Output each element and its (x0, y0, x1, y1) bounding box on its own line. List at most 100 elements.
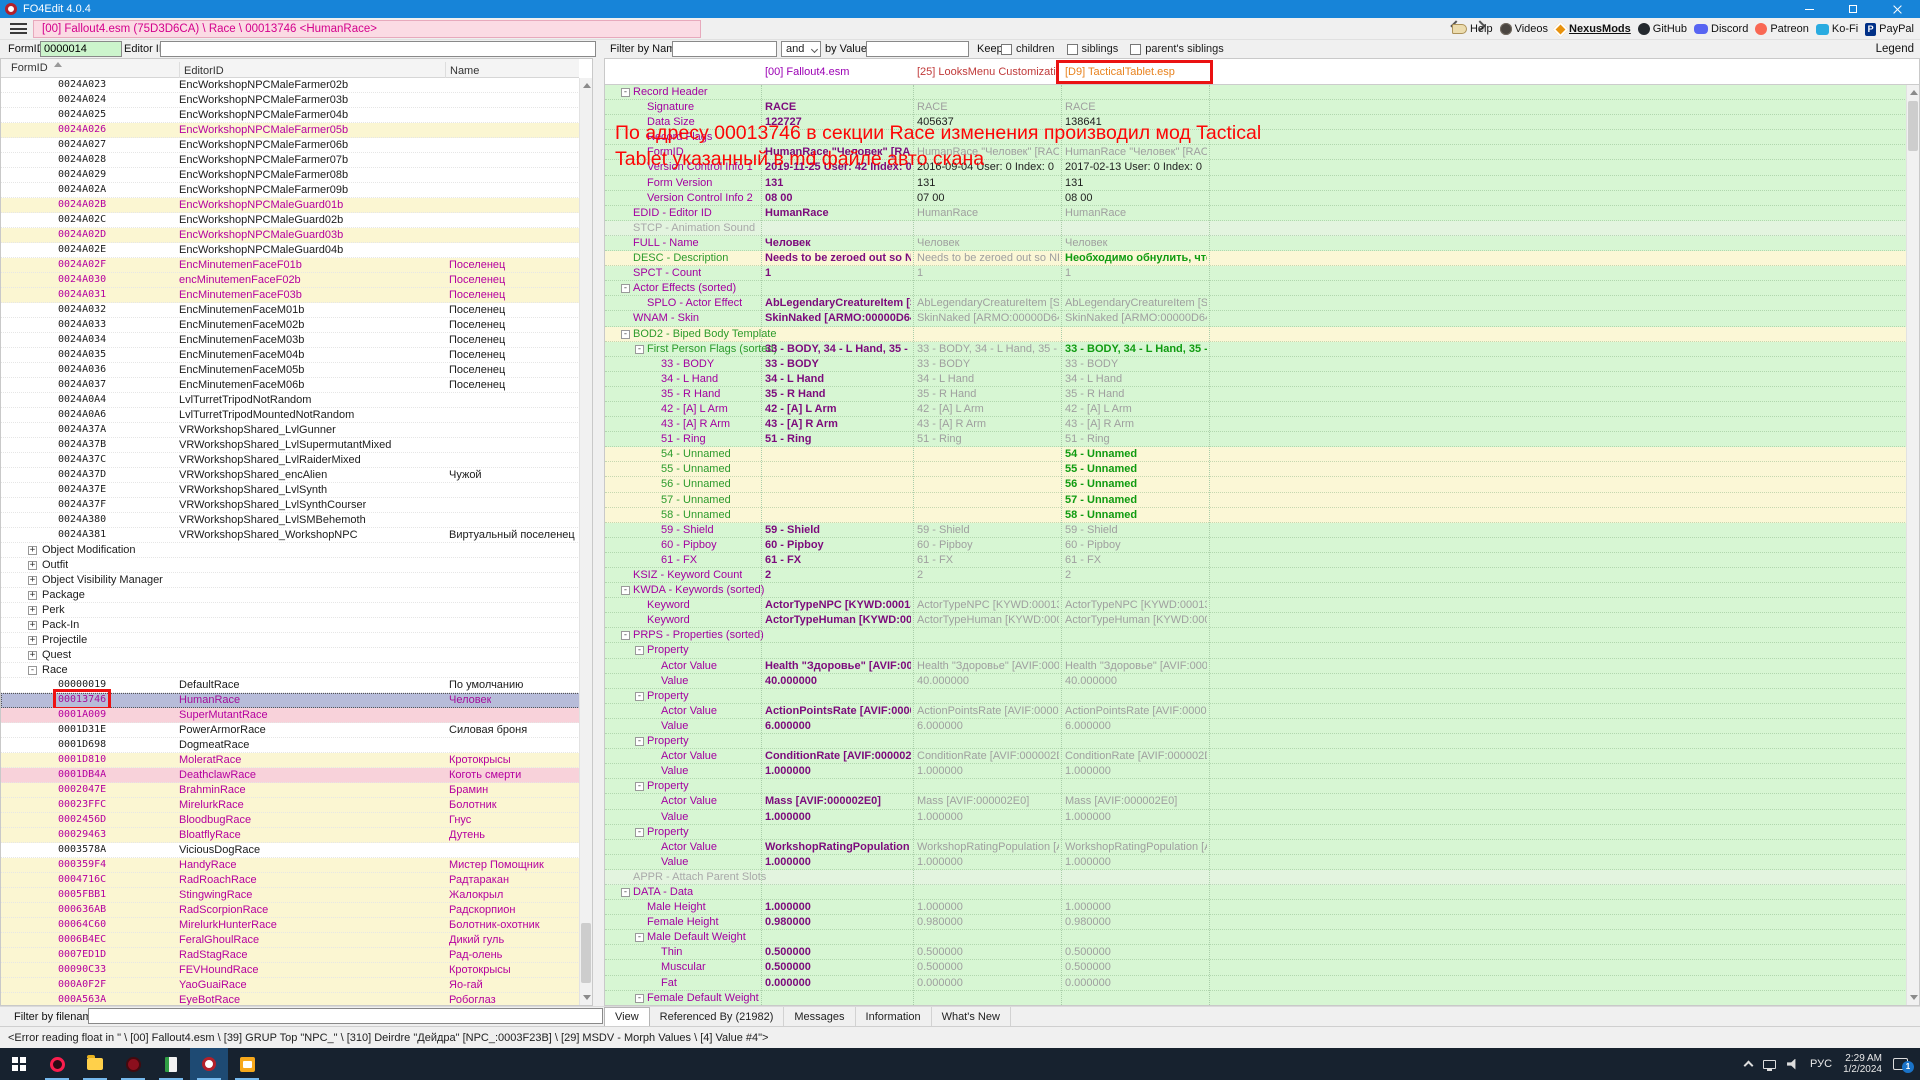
table-row[interactable]: 33 - BODY 33 - BODY 33 - BODY 33 - BODY (605, 357, 1907, 372)
table-row[interactable]: - First Person Flags (sorted) 33 - BODY,… (605, 342, 1907, 357)
expand-icon[interactable]: - (28, 666, 37, 675)
right-vertical-scrollbar[interactable] (1906, 85, 1919, 1005)
table-row[interactable]: 00090C33 FEVHoundRace Кротокрысы (1, 963, 580, 978)
table-row[interactable]: + Package (1, 588, 580, 603)
table-row[interactable]: 0006B4EC FeralGhoulRace Дикий гуль (1, 933, 580, 948)
link-paypal[interactable]: PayPal (1865, 23, 1914, 36)
table-row[interactable]: 0024A031 EncMinutemenFaceF03b Поселенец (1, 288, 580, 303)
taskbar-start[interactable] (0, 1048, 38, 1080)
taskbar-clock[interactable]: 2:29 AM 1/2/2024 (1843, 1053, 1882, 1076)
table-row[interactable]: 0024A380 VRWorkshopShared_LvlSMBehemoth (1, 513, 580, 528)
table-row[interactable]: 0024A37E VRWorkshopShared_LvlSynth (1, 483, 580, 498)
table-row[interactable]: 0003578A ViciousDogRace (1, 843, 580, 858)
table-row[interactable]: 0001D31E PowerArmorRace Силовая броня (1, 723, 580, 738)
table-row[interactable]: + Object Modification (1, 543, 580, 558)
formid-input[interactable] (40, 41, 122, 57)
table-row[interactable]: - Property (605, 779, 1907, 794)
scroll-thumb[interactable] (581, 923, 591, 983)
table-row[interactable]: - Property (605, 643, 1907, 658)
table-row[interactable]: 0024A023 EncWorkshopNPCMaleFarmer02b (1, 78, 580, 93)
table-row[interactable]: 00064C60 MirelurkHunterRace Болотник-охо… (1, 918, 580, 933)
table-row[interactable]: + Perk (1, 603, 580, 618)
table-row[interactable]: 0024A035 EncMinutemenFaceM04b Поселенец (1, 348, 580, 363)
expand-icon[interactable]: - (635, 828, 644, 837)
tab-view[interactable]: View (604, 1007, 650, 1027)
table-row[interactable]: 000359F4 HandyRace Мистер Помощник (1, 858, 580, 873)
expand-icon[interactable]: + (28, 561, 37, 570)
table-row[interactable]: 54 - Unnamed 54 - Unnamed (605, 447, 1907, 462)
record-tab[interactable]: [00] Fallout4.esm (75D3D6CA) \ Race \ 00… (33, 20, 701, 38)
filter-name-input[interactable] (672, 41, 777, 57)
plugin-header-looksmenu[interactable]: [25] LooksMenu Customization C... (917, 66, 1059, 78)
table-row[interactable]: 0024A027 EncWorkshopNPCMaleFarmer06b (1, 138, 580, 153)
table-row[interactable]: 0024A02C EncWorkshopNPCMaleGuard02b (1, 213, 580, 228)
table-row[interactable]: 0024A032 EncMinutemenFaceM01b Поселенец (1, 303, 580, 318)
column-header-formid[interactable]: FormID (11, 62, 48, 74)
table-row[interactable]: 00029463 BloatflyRace Дутень (1, 828, 580, 843)
table-row[interactable]: 0024A0A4 LvlTurretTripodNotRandom (1, 393, 580, 408)
table-row[interactable]: 0001DB4A DeathclawRace Коготь смерти (1, 768, 580, 783)
table-row[interactable]: + Outfit (1, 558, 580, 573)
expand-icon[interactable]: + (28, 636, 37, 645)
expand-icon[interactable]: - (621, 888, 630, 897)
expand-icon[interactable]: - (635, 994, 644, 1003)
notification-center-icon[interactable]: 1 (1893, 1058, 1908, 1070)
tab-what-s-new[interactable]: What's New (932, 1007, 1011, 1027)
table-row[interactable]: 0024A37A VRWorkshopShared_LvlGunner (1, 423, 580, 438)
table-row[interactable]: 0024A02F EncMinutemenFaceF01b Поселенец (1, 258, 580, 273)
table-row[interactable]: 56 - Unnamed 56 - Unnamed (605, 477, 1907, 492)
keep-checkbox-siblings[interactable]: siblings (1067, 43, 1119, 55)
expand-icon[interactable]: - (635, 646, 644, 655)
editorid-input[interactable] (160, 41, 596, 57)
table-row[interactable]: - Record Header (605, 85, 1907, 100)
expand-icon[interactable]: - (621, 88, 630, 97)
table-row[interactable]: Value 6.000000 6.000000 6.000000 (605, 719, 1907, 734)
link-discord[interactable]: Discord (1694, 23, 1748, 35)
table-row[interactable]: 57 - Unnamed 57 - Unnamed (605, 493, 1907, 508)
expand-icon[interactable]: + (28, 621, 37, 630)
expand-icon[interactable]: - (635, 933, 644, 942)
table-row[interactable]: 0024A02B EncWorkshopNPCMaleGuard01b (1, 198, 580, 213)
taskbar-screenshot-app[interactable] (228, 1048, 266, 1080)
table-row[interactable]: 0024A034 EncMinutemenFaceM03b Поселенец (1, 333, 580, 348)
table-row[interactable]: Muscular 0.500000 0.500000 0.500000 (605, 960, 1907, 975)
table-row[interactable]: SPCT - Count 1 1 1 (605, 266, 1907, 281)
filter-operator-select[interactable]: and (781, 41, 821, 57)
table-row[interactable]: 0024A028 EncWorkshopNPCMaleFarmer07b (1, 153, 580, 168)
table-row[interactable]: 51 - Ring 51 - Ring 51 - Ring 51 - Ring (605, 432, 1907, 447)
expand-icon[interactable]: + (28, 606, 37, 615)
expand-icon[interactable]: + (28, 576, 37, 585)
table-row[interactable]: 0024A030 encMinutemenFaceF02b Поселенец (1, 273, 580, 288)
table-row[interactable]: - Property (605, 734, 1907, 749)
taskbar-file-explorer[interactable] (76, 1048, 114, 1080)
link-nexusmods[interactable]: NexusMods (1555, 23, 1631, 35)
scroll-thumb[interactable] (1908, 101, 1918, 151)
table-row[interactable]: Value 1.000000 1.000000 1.000000 (605, 810, 1907, 825)
table-row[interactable]: 59 - Shield 59 - Shield 59 - Shield 59 -… (605, 523, 1907, 538)
table-row[interactable]: Form Version 131 131 131 (605, 176, 1907, 191)
filter-filename-input[interactable] (88, 1008, 603, 1024)
table-row[interactable]: - Property (605, 825, 1907, 840)
table-row[interactable]: - KWDA - Keywords (sorted) (605, 583, 1907, 598)
table-row[interactable]: 0024A02A EncWorkshopNPCMaleFarmer09b (1, 183, 580, 198)
table-row[interactable]: Value 1.000000 1.000000 1.000000 (605, 764, 1907, 779)
table-row[interactable]: 0024A033 EncMinutemenFaceM02b Поселенец (1, 318, 580, 333)
table-row[interactable]: Actor Value Health "Здоровье" [AVIF:0000… (605, 659, 1907, 674)
table-row[interactable]: SPLO - Actor Effect AbLegendaryCreatureI… (605, 296, 1907, 311)
expand-icon[interactable]: + (28, 591, 37, 600)
table-row[interactable]: 0024A025 EncWorkshopNPCMaleFarmer04b (1, 108, 580, 123)
minimize-button[interactable] (1788, 0, 1832, 18)
table-row[interactable]: 0001A009 SuperMutantRace (1, 708, 580, 723)
scroll-up-icon[interactable] (583, 83, 591, 88)
tab-messages[interactable]: Messages (784, 1007, 855, 1027)
expand-icon[interactable]: - (621, 330, 630, 339)
expand-icon[interactable]: - (635, 737, 644, 746)
table-row[interactable]: - Actor Effects (sorted) (605, 281, 1907, 296)
table-row[interactable]: 00023FFC MirelurkRace Болотник (1, 798, 580, 813)
close-button[interactable] (1876, 0, 1920, 18)
table-row[interactable]: - Female Default Weight (605, 991, 1907, 1006)
table-row[interactable]: Keyword ActorTypeNPC [KYWD:00013794] Act… (605, 598, 1907, 613)
table-row[interactable]: - DATA - Data (605, 885, 1907, 900)
tray-expand-icon[interactable] (1744, 1061, 1754, 1071)
table-row[interactable]: Value 1.000000 1.000000 1.000000 (605, 855, 1907, 870)
